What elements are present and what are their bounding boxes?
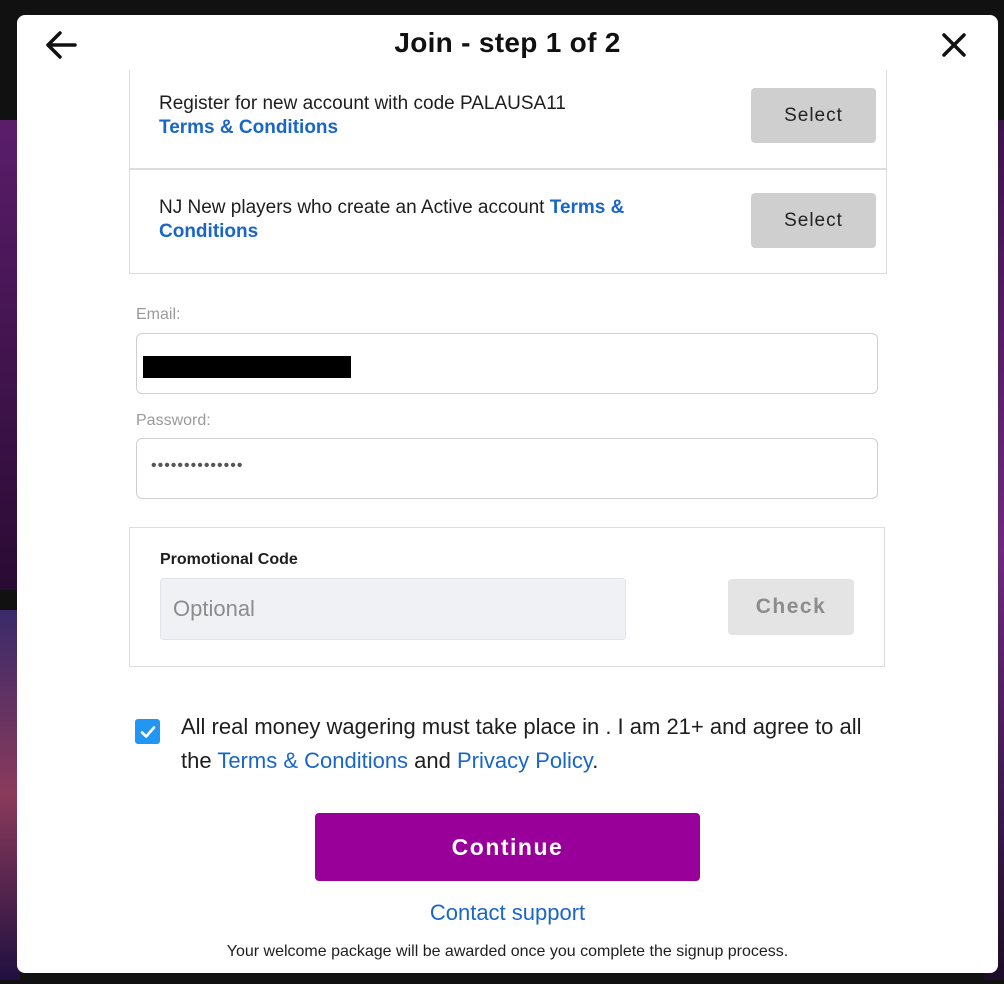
offer-text: Register for new account with code PALAU…: [159, 93, 566, 114]
offer-text: NJ New players who create an Active acco…: [159, 197, 550, 218]
agree-checkbox[interactable]: [135, 719, 160, 744]
back-button[interactable]: [41, 25, 81, 65]
offer-card: NJ New players who create an Active acco…: [129, 169, 887, 274]
password-label: Password:: [136, 412, 211, 429]
offer-description: NJ New players who create an Active acco…: [159, 196, 629, 244]
continue-button[interactable]: Continue: [315, 813, 700, 881]
agreement-text: All real money wagering must take place …: [181, 710, 891, 778]
terms-link[interactable]: Terms & Conditions: [159, 117, 338, 138]
agreement-text-middle: and: [408, 748, 457, 773]
close-button[interactable]: [934, 25, 974, 65]
password-value: ••••••••••••••: [151, 457, 244, 474]
offer-card: Register for new account with code PALAU…: [129, 70, 887, 169]
signup-modal: Join - step 1 of 2 Register for new acco…: [17, 15, 998, 973]
select-offer-button[interactable]: Select: [751, 193, 876, 248]
password-field[interactable]: ••••••••••••••: [136, 438, 878, 499]
privacy-policy-link[interactable]: Privacy Policy: [457, 748, 592, 773]
select-offer-button[interactable]: Select: [751, 88, 876, 143]
check-promo-button[interactable]: Check: [728, 579, 854, 635]
offer-description: Register for new account with code PALAU…: [159, 92, 629, 140]
email-label: Email:: [136, 306, 181, 323]
redacted-email-value: [143, 356, 351, 378]
email-field[interactable]: [136, 333, 878, 394]
close-icon: [942, 33, 966, 57]
checkmark-icon: [140, 725, 155, 738]
contact-support-link[interactable]: Contact support: [17, 900, 998, 926]
promo-code-input[interactable]: Optional: [160, 578, 626, 640]
agreement-text-end: .: [592, 748, 599, 773]
welcome-package-note: Your welcome package will be awarded onc…: [226, 943, 789, 960]
promo-code-title: Promotional Code: [160, 551, 298, 568]
promo-code-section: Promotional Code Optional Check: [129, 527, 885, 667]
modal-header: Join - step 1 of 2: [17, 15, 998, 71]
arrow-left-icon: [46, 31, 77, 59]
page-title: Join - step 1 of 2: [394, 27, 621, 58]
terms-link[interactable]: Terms & Conditions: [217, 748, 408, 773]
